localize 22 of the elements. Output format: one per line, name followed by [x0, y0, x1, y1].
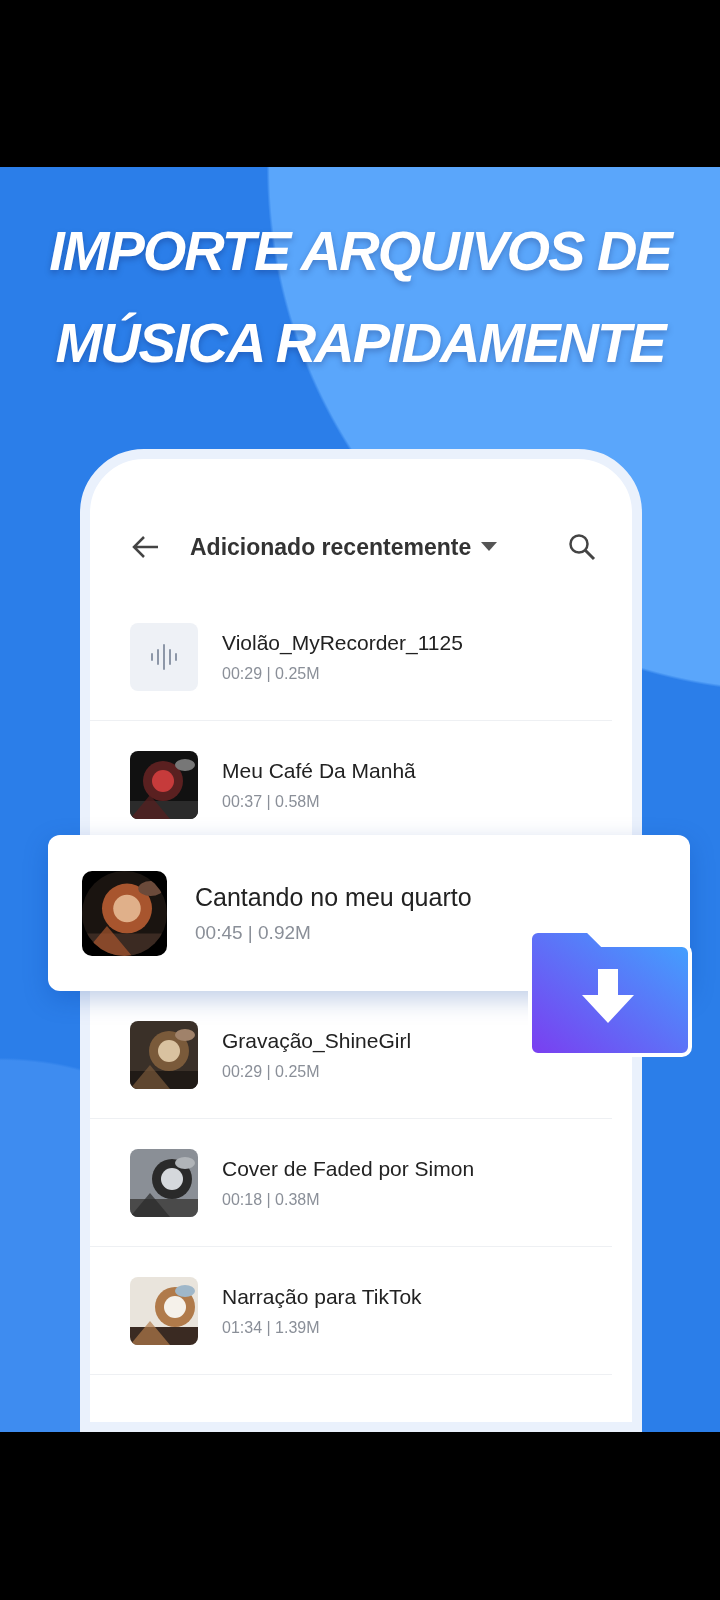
back-arrow-icon[interactable] — [132, 535, 160, 559]
track-details: 00:29 | 0.25M — [222, 664, 321, 683]
track-details: 00:18 | 0.38M — [222, 1190, 321, 1209]
track-details: 00:29 | 0.25M — [222, 1062, 321, 1081]
caret-icon[interactable] — [481, 542, 498, 552]
track-title: Gravação_ShineGirl — [222, 1028, 412, 1053]
track-title: Violão_MyRecorder_1125 — [222, 630, 463, 655]
track-row[interactable]: Gravação_ShineGirl 00:29 | 0.25M — [90, 991, 432, 1118]
list-title[interactable]: Adicionado recentemente — [190, 533, 472, 561]
track-row[interactable]: Violão_MyRecorder_1125 00:29 | 0.25M — [90, 593, 483, 720]
waveform-icon — [149, 643, 179, 670]
track-row[interactable]: Cantando no meu quarto 00:45 | 0.92M — [48, 835, 690, 991]
track-title: Cover de Faded por Simon — [222, 1156, 475, 1181]
track-title: Cantando no meu quarto — [195, 882, 472, 912]
track-row[interactable]: Cover de Faded por Simon 00:18 | 0.38M — [90, 1119, 495, 1246]
track-row[interactable]: Narração para TikTok 01:34 | 1.39M — [90, 1247, 442, 1374]
track-title: Narração para TikTok — [222, 1284, 422, 1309]
track-details: 00:37 | 0.58M — [222, 792, 321, 811]
track-title: Meu Café Da Manhã — [222, 758, 416, 783]
track-details: 00:45 | 0.92M — [195, 921, 312, 944]
search-icon[interactable] — [568, 533, 596, 561]
track-details: 01:34 | 1.39M — [222, 1318, 321, 1337]
